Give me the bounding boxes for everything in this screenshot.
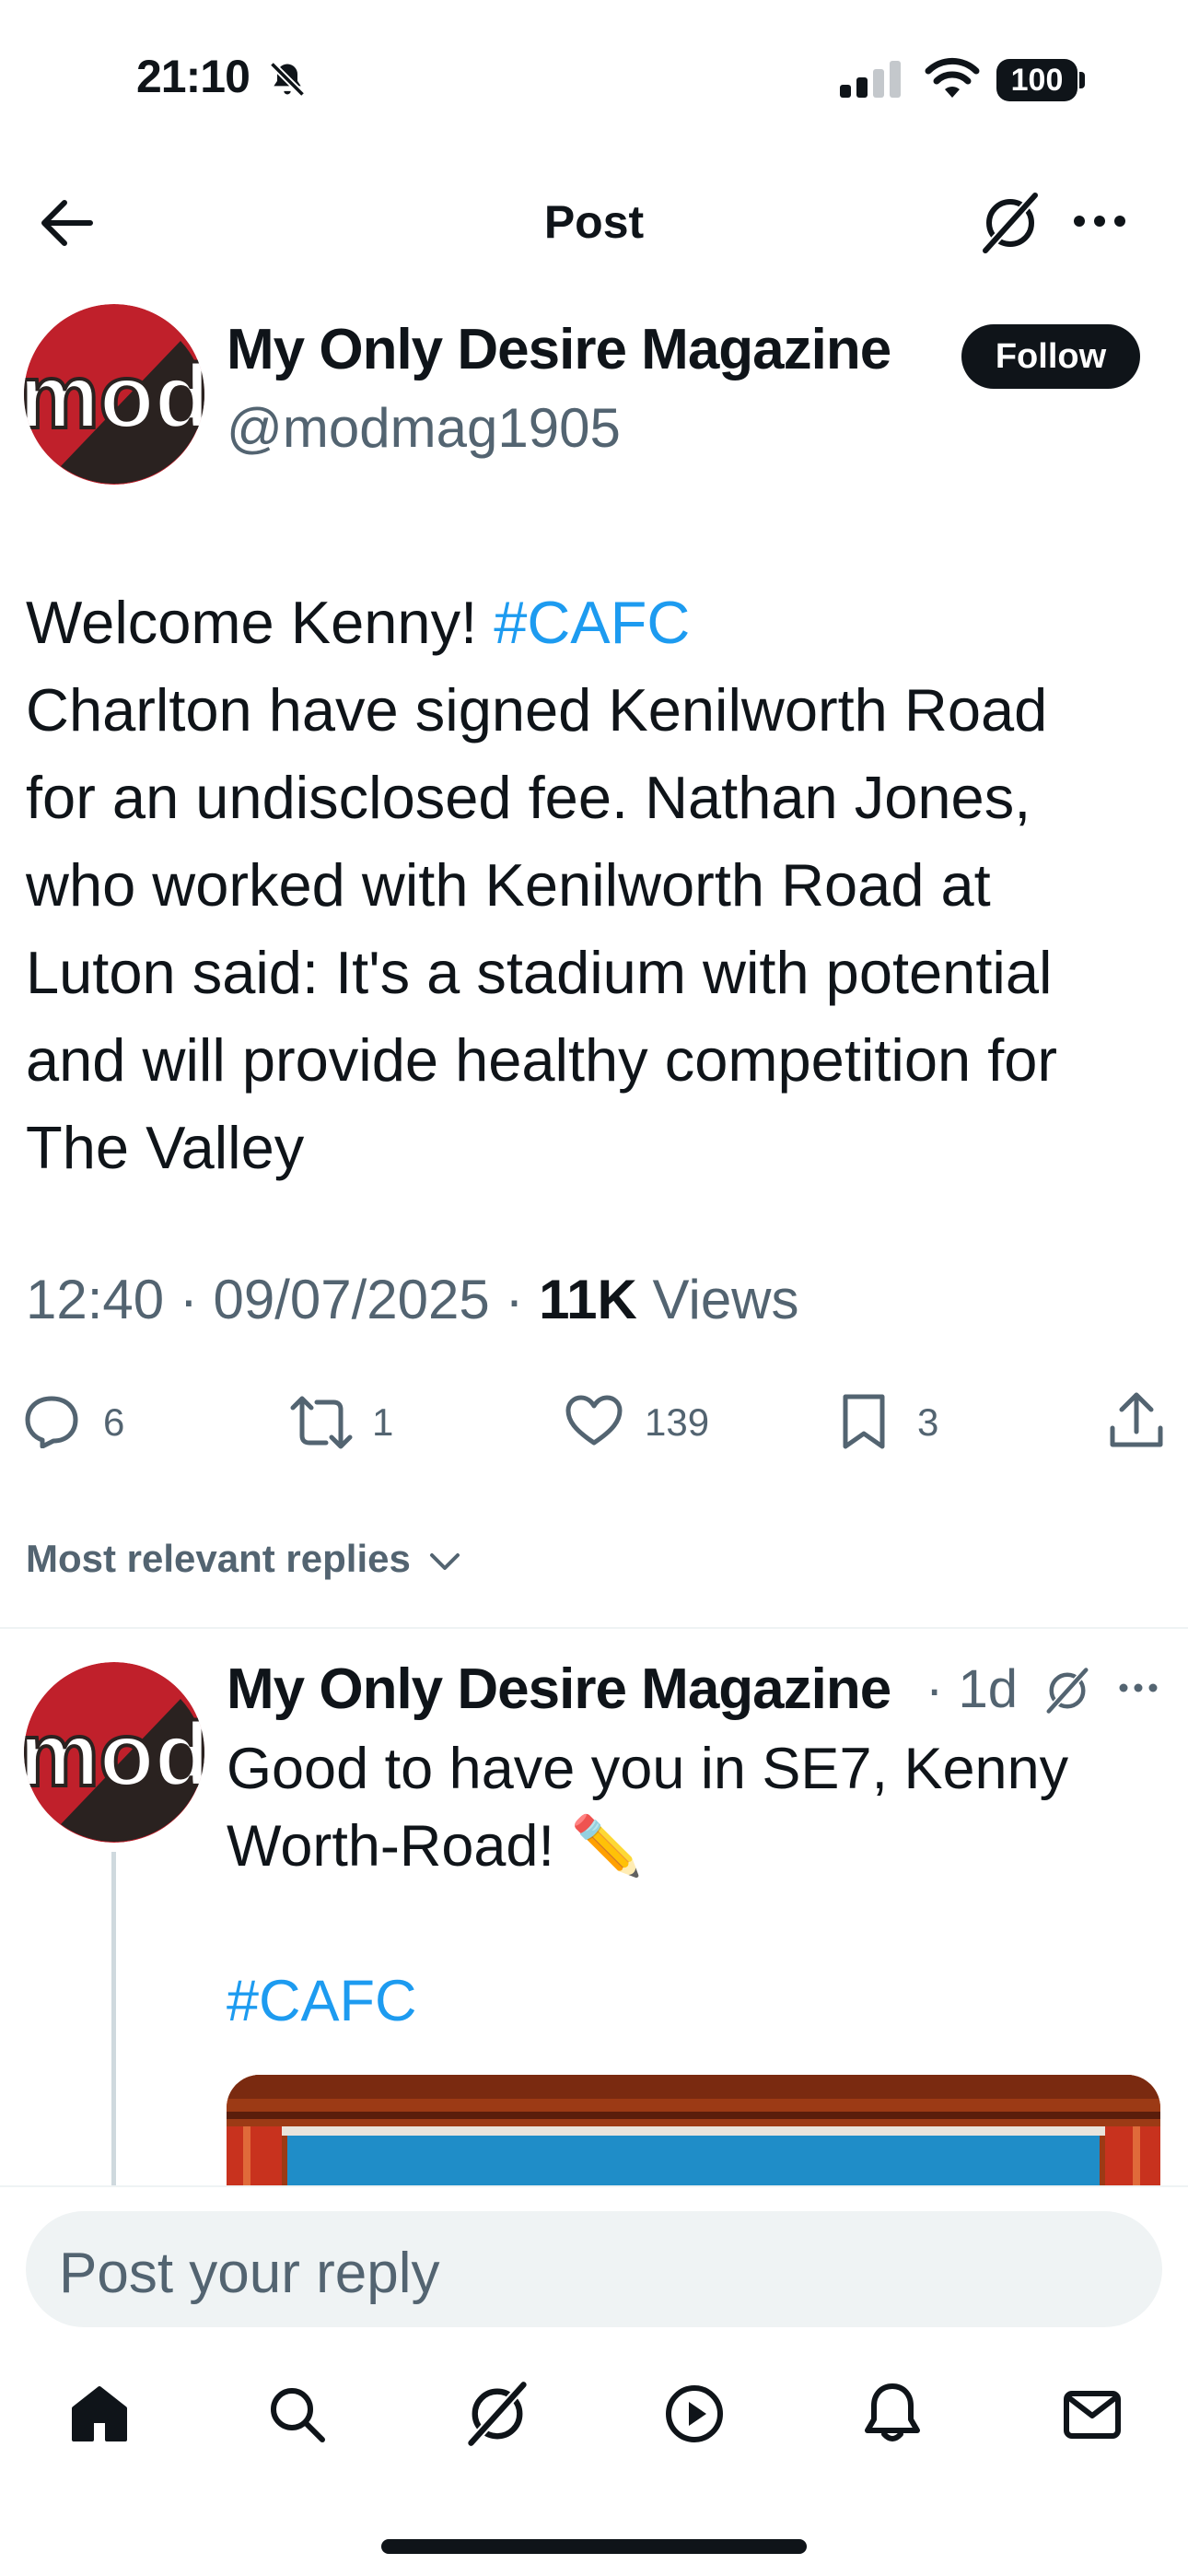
bookmark-count: 3	[917, 1400, 939, 1444]
reply-time: · 1d	[926, 1659, 1018, 1719]
reply-count: 6	[103, 1400, 125, 1444]
tweet-text-line: and will provide healthy competition for	[26, 1026, 1058, 1094]
wifi-icon	[925, 57, 980, 100]
avatar-logo-text: mod	[24, 345, 204, 447]
reply-more-options-icon[interactable]	[1118, 1682, 1159, 1693]
video-play-icon[interactable]	[665, 2384, 724, 2443]
replies-sort-label: Most relevant replies	[26, 1537, 411, 1580]
bookmark-icon[interactable]	[842, 1393, 886, 1452]
chevron-down-icon	[429, 1551, 460, 1572]
tweet-text-line: Charlton have signed Kenilworth Road	[26, 676, 1048, 744]
tweet-meta: 12:40 · 09/07/2025 · 11K Views	[26, 1269, 799, 1330]
battery-tip	[1079, 72, 1085, 88]
divider	[0, 1627, 1188, 1629]
reply-avatar[interactable]: mod	[24, 1662, 204, 1843]
tweet-text: Welcome Kenny! #CAFC Charlton have signe…	[26, 579, 1168, 1191]
hashtag-link[interactable]: #CAFC	[494, 589, 690, 656]
replies-sort-selector[interactable]: Most relevant replies	[26, 1537, 460, 1581]
tweet-text-line: for an undisclosed fee. Nathan Jones,	[26, 764, 1031, 831]
reply-hashtag-link[interactable]: #CAFC	[227, 1962, 1147, 2040]
more-options-icon[interactable]	[1072, 214, 1127, 228]
thread-line	[111, 1852, 116, 2189]
battery-level: 100	[1010, 62, 1064, 98]
home-icon[interactable]	[70, 2384, 129, 2443]
avatar[interactable]: mod	[24, 304, 204, 485]
reply-author-name[interactable]: My Only Desire Magazine	[227, 1657, 891, 1722]
notifications-bell-icon[interactable]	[864, 2383, 921, 2443]
views-count[interactable]: 11K	[539, 1269, 637, 1330]
reply-grok-icon[interactable]	[1044, 1666, 1090, 1715]
reply-avatar-logo-text: mod	[24, 1704, 204, 1805]
tweet-text-line: Welcome Kenny!	[26, 589, 495, 656]
silent-bell-icon	[267, 59, 308, 100]
repost-icon[interactable]	[289, 1395, 354, 1450]
reply-text-line: Good to have you in SE7, Kenny	[227, 1737, 1069, 1801]
reply-text: Good to have you in SE7, Kenny Worth-Roa…	[227, 1730, 1147, 2040]
search-icon[interactable]	[267, 2384, 326, 2443]
repost-count: 1	[372, 1400, 394, 1444]
tweet-text-line: who worked with Kenilworth Road at	[26, 851, 991, 919]
reply-icon[interactable]	[24, 1395, 79, 1448]
reply-composer-placeholder: Post your reply	[59, 2242, 440, 2305]
author-name[interactable]: My Only Desire Magazine	[227, 317, 891, 382]
status-time: 21:10	[136, 51, 250, 102]
views-label: Views	[652, 1269, 799, 1330]
reply-age: 1d	[958, 1659, 1018, 1719]
battery-indicator: 100	[996, 59, 1077, 101]
home-indicator[interactable]	[381, 2539, 807, 2554]
like-count: 139	[645, 1400, 710, 1444]
tweet-text-line: The Valley	[26, 1114, 305, 1181]
composer-divider	[0, 2185, 1188, 2187]
grok-nav-icon[interactable]	[464, 2379, 530, 2449]
reply-text-line: Worth-Road! ✏️	[227, 1814, 643, 1879]
share-icon[interactable]	[1109, 1391, 1164, 1450]
follow-button[interactable]: Follow	[961, 324, 1140, 389]
cellular-signal-icon	[840, 59, 901, 100]
grok-icon[interactable]	[980, 190, 1041, 256]
author-handle[interactable]: @modmag1905	[227, 396, 621, 460]
like-heart-icon[interactable]	[565, 1395, 623, 1446]
reply-blank-line	[227, 1885, 1147, 1962]
tweet-date: 09/07/2025	[213, 1269, 490, 1330]
messages-envelope-icon[interactable]	[1063, 2390, 1122, 2440]
tweet-text-line: Luton said: It's a stadium with potentia…	[26, 939, 1053, 1006]
tweet-time: 12:40	[26, 1269, 165, 1330]
